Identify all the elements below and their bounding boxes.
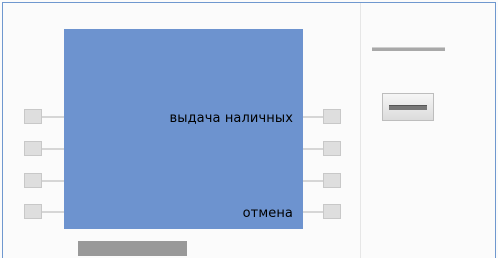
receipt-slot	[372, 47, 445, 51]
left-key-4[interactable]	[24, 204, 42, 219]
right-key-withdraw-cash[interactable]	[323, 109, 341, 124]
atm-screen: выдача наличных отмена	[64, 29, 303, 229]
withdraw-cash-label: выдача наличных	[169, 111, 293, 126]
left-key-3-wire	[42, 180, 64, 182]
left-key-2-wire	[42, 148, 64, 150]
right-key-3[interactable]	[323, 173, 341, 188]
cash-dispenser-slot[interactable]	[382, 93, 434, 121]
card-slot[interactable]	[78, 241, 187, 256]
left-key-4-wire	[42, 211, 64, 213]
left-key-2[interactable]	[24, 141, 42, 156]
right-key-cancel[interactable]	[323, 204, 341, 219]
right-key-3-wire	[303, 180, 325, 182]
right-key-4-wire	[303, 211, 325, 213]
left-key-3[interactable]	[24, 173, 42, 188]
cash-dispenser-opening	[389, 105, 427, 110]
panel-divider	[360, 3, 361, 258]
cancel-label: отмена	[242, 206, 293, 221]
right-key-2-wire	[303, 148, 325, 150]
left-key-1[interactable]	[24, 109, 42, 124]
left-key-1-wire	[42, 116, 64, 118]
right-key-2[interactable]	[323, 141, 341, 156]
right-key-1-wire	[303, 116, 325, 118]
